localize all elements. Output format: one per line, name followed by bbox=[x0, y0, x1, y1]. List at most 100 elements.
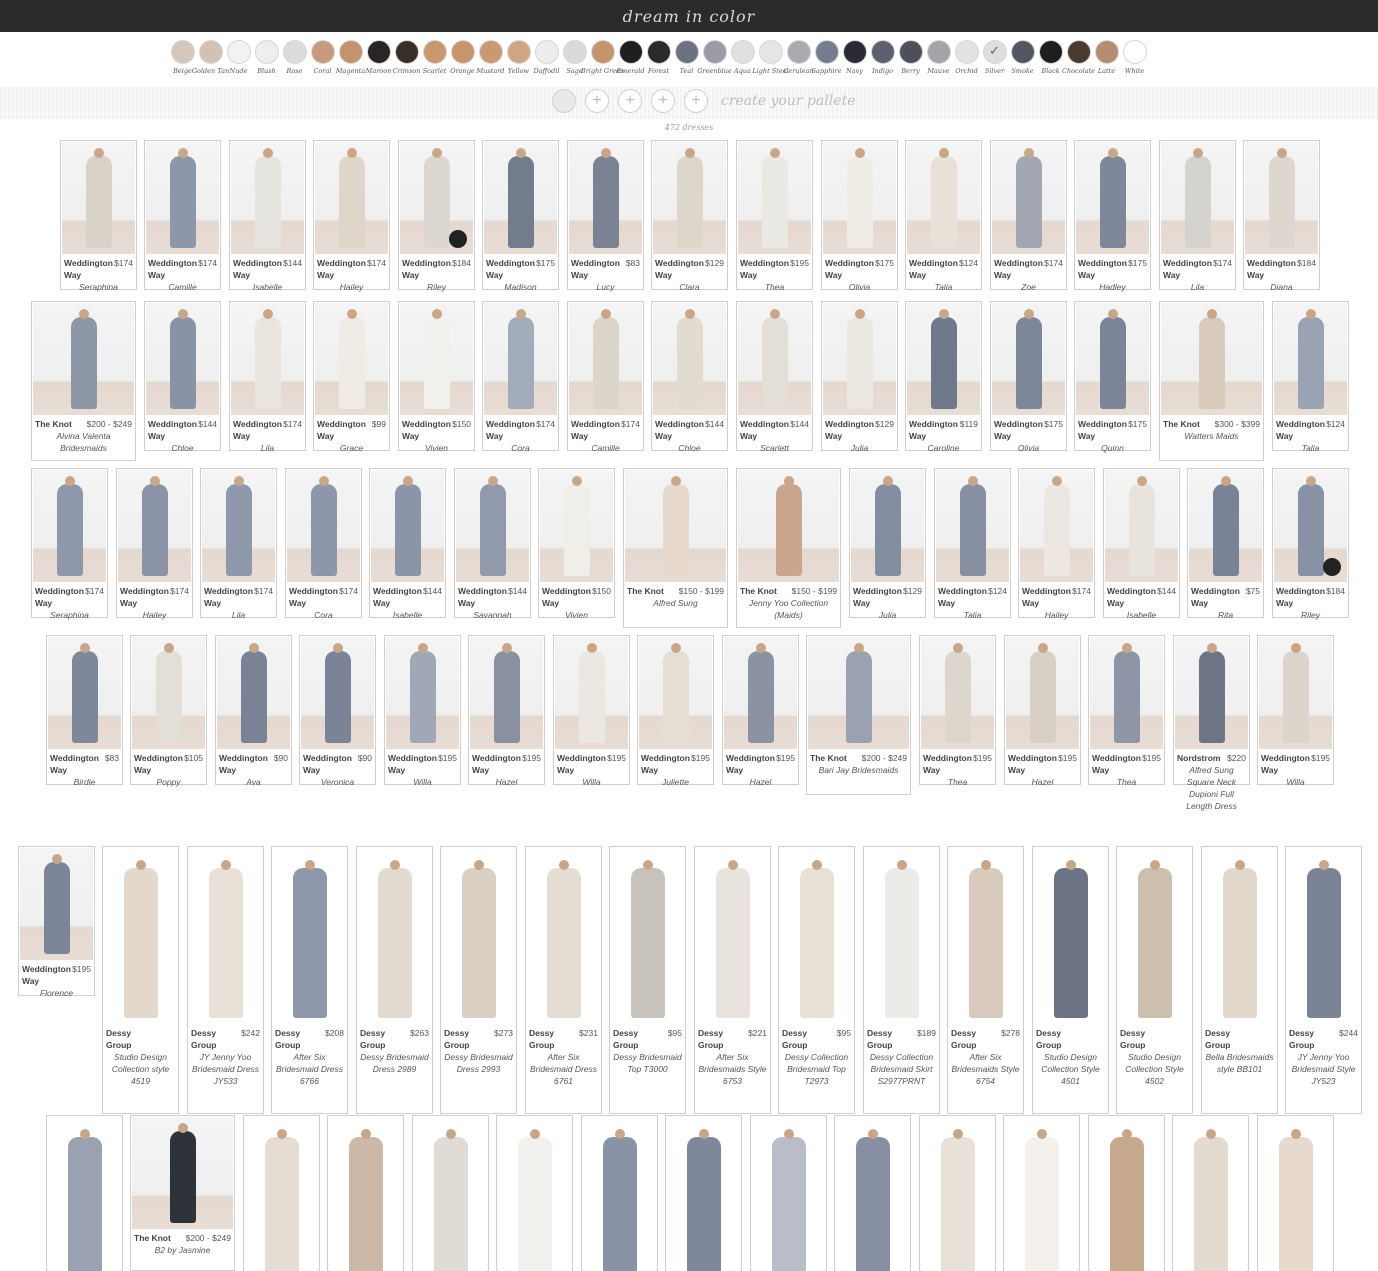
color-swatch[interactable]: Indigo bbox=[870, 40, 895, 80]
dress-name[interactable]: Bella Bridesmaids style BB101 bbox=[1205, 1051, 1274, 1075]
dress-photo[interactable] bbox=[1287, 848, 1360, 1024]
dress-name[interactable]: Isabelle bbox=[233, 281, 302, 293]
dress-photo[interactable] bbox=[118, 470, 191, 582]
dress-card[interactable]: $221 Dessy Group After Six Bridesmaids Sty… bbox=[694, 846, 771, 1114]
dress-photo[interactable] bbox=[245, 1117, 318, 1271]
dress-name[interactable]: Studio Design Collection Style 4501 bbox=[1036, 1051, 1105, 1087]
dress-name[interactable]: Grace bbox=[317, 442, 386, 454]
dress-name[interactable]: Thea bbox=[740, 281, 809, 293]
dress-photo[interactable] bbox=[907, 303, 980, 415]
dress-photo[interactable] bbox=[273, 848, 346, 1024]
dress-photo[interactable] bbox=[738, 470, 839, 582]
dress-photo[interactable] bbox=[287, 470, 360, 582]
dress-name[interactable]: Alfred Sung bbox=[627, 597, 724, 609]
dress-photo[interactable] bbox=[724, 637, 797, 749]
dress-photo[interactable] bbox=[907, 142, 980, 254]
dress-card[interactable]: $174 Weddington Way Seraphina bbox=[31, 468, 108, 620]
color-swatch[interactable]: Greenblue bbox=[697, 40, 732, 80]
dress-photo[interactable] bbox=[611, 848, 684, 1024]
dress-photo[interactable] bbox=[498, 1117, 571, 1271]
dress-name[interactable]: Hailey bbox=[1022, 609, 1091, 621]
dress-name[interactable]: Chloe bbox=[148, 442, 217, 454]
color-swatch[interactable]: Orchid bbox=[954, 40, 979, 80]
dress-photo[interactable] bbox=[1161, 303, 1262, 415]
dress-card[interactable]: $150 Weddington Way Vivien bbox=[398, 301, 475, 454]
dress-photo[interactable] bbox=[625, 470, 726, 582]
dress-name[interactable]: Isabelle bbox=[1107, 609, 1176, 621]
dress-name[interactable]: Hadley bbox=[1078, 281, 1147, 293]
dress-card[interactable]: $174 Weddington Way Cora bbox=[482, 301, 559, 453]
dress-name[interactable]: Hailey bbox=[317, 281, 386, 293]
dress-name[interactable]: JY Jenny Yoo Bridesmaid Style JY523 bbox=[1289, 1051, 1358, 1087]
dress-photo[interactable] bbox=[1076, 142, 1149, 254]
dress-card[interactable]: Dessy Group Bella Bridesmaids style BB101 bbox=[1201, 846, 1278, 1114]
dress-photo[interactable] bbox=[836, 1117, 909, 1271]
dress-photo[interactable] bbox=[555, 637, 628, 749]
dress-card[interactable] bbox=[581, 1115, 658, 1271]
dress-name[interactable]: Isabelle bbox=[373, 609, 442, 621]
dress-card[interactable] bbox=[834, 1115, 911, 1271]
dress-photo[interactable] bbox=[851, 470, 924, 582]
dress-card[interactable]: $195 Weddington Way Hazel bbox=[722, 635, 799, 787]
dress-photo[interactable] bbox=[33, 470, 106, 582]
dress-card[interactable]: $184 Weddington Way Diana bbox=[1243, 140, 1320, 292]
dress-name[interactable]: Julia bbox=[853, 609, 922, 621]
dress-photo[interactable] bbox=[992, 303, 1065, 415]
dress-name[interactable]: Vivien bbox=[402, 442, 471, 454]
dress-photo[interactable] bbox=[949, 848, 1022, 1024]
color-swatch[interactable]: Silver bbox=[982, 40, 1007, 80]
dress-photo[interactable] bbox=[1020, 470, 1093, 582]
dress-name[interactable]: Camille bbox=[571, 442, 640, 454]
dress-photo[interactable] bbox=[1175, 637, 1248, 749]
dress-name[interactable]: Studio Design Collection style 4519 bbox=[106, 1051, 175, 1087]
color-swatch[interactable]: Blush bbox=[254, 40, 279, 80]
dress-card[interactable]: $144 Weddington Way Isabelle bbox=[369, 468, 446, 621]
dress-card[interactable] bbox=[1257, 1115, 1334, 1271]
dress-photo[interactable] bbox=[1005, 1117, 1078, 1271]
dress-name[interactable]: Rita bbox=[1191, 609, 1260, 621]
dress-photo[interactable] bbox=[1118, 848, 1191, 1024]
dress-card[interactable] bbox=[46, 1115, 123, 1271]
dress-photo[interactable] bbox=[1161, 142, 1234, 254]
dress-card[interactable]: $195 Weddington Way Thea bbox=[736, 140, 813, 293]
dress-card[interactable]: $278 Dessy Group After Six Bridesmaids Sty… bbox=[947, 846, 1024, 1114]
dress-name[interactable]: Seraphina bbox=[64, 281, 133, 293]
dress-photo[interactable] bbox=[231, 303, 304, 415]
dress-name[interactable]: After Six Bridesmaid Dress 6766 bbox=[275, 1051, 344, 1087]
dress-card[interactable]: $244 Dessy Group JY Jenny Yoo Bridesmaid S… bbox=[1285, 846, 1362, 1114]
dress-card[interactable]: $195 Weddington Way Willa bbox=[553, 635, 630, 788]
dress-name[interactable]: JY Jenny Yoo Bridesmaid Dress JY533 bbox=[191, 1051, 260, 1087]
dress-name[interactable]: Talia bbox=[938, 609, 1007, 621]
dress-name[interactable]: Julia bbox=[825, 442, 894, 454]
dress-name[interactable]: Willa bbox=[1261, 776, 1330, 788]
dress-card[interactable]: $200 - $249 The Knot B2 by Jasmine bbox=[130, 1115, 235, 1271]
dress-name[interactable]: Willa bbox=[557, 776, 626, 788]
dress-card[interactable]: $195 Weddington Way Willa bbox=[1257, 635, 1334, 788]
color-swatch[interactable]: Yellow bbox=[506, 40, 531, 80]
dress-photo[interactable] bbox=[1174, 1117, 1247, 1271]
dress-photo[interactable] bbox=[358, 848, 431, 1024]
dress-photo[interactable] bbox=[484, 142, 557, 254]
dress-card[interactable]: $195 Weddington Way Hazel bbox=[1004, 635, 1081, 787]
dress-card[interactable]: $231 Dessy Group After Six Bridesmaid Dres… bbox=[525, 846, 602, 1114]
color-swatch[interactable]: Cerulean bbox=[783, 40, 814, 80]
dress-card[interactable] bbox=[1088, 1115, 1165, 1271]
color-swatch[interactable]: Light Steel bbox=[752, 40, 789, 80]
dress-photo[interactable] bbox=[823, 303, 896, 415]
dress-photo[interactable] bbox=[1034, 848, 1107, 1024]
dress-name[interactable]: Vivien bbox=[542, 609, 611, 621]
dress-card[interactable]: $144 Weddington Way Chloe bbox=[144, 301, 221, 454]
dress-photo[interactable] bbox=[132, 637, 205, 749]
dress-card[interactable]: $129 Weddington Way Julia bbox=[849, 468, 926, 621]
dress-name[interactable]: Scarlett bbox=[740, 442, 809, 454]
color-swatch[interactable]: Mauve bbox=[926, 40, 951, 80]
dress-photo[interactable] bbox=[823, 142, 896, 254]
dress-card[interactable]: $175 Weddington Way Quinn bbox=[1074, 301, 1151, 453]
dress-card[interactable]: $174 Weddington Way Hailey bbox=[313, 140, 390, 293]
color-swatch[interactable]: Golden Tan bbox=[192, 40, 229, 80]
color-swatch[interactable]: Teal bbox=[674, 40, 699, 80]
dress-photo[interactable] bbox=[189, 848, 262, 1024]
dress-name[interactable]: Talia bbox=[909, 281, 978, 293]
dress-card[interactable]: $124 Weddington Way Talia bbox=[905, 140, 982, 293]
dress-photo[interactable] bbox=[146, 142, 219, 254]
